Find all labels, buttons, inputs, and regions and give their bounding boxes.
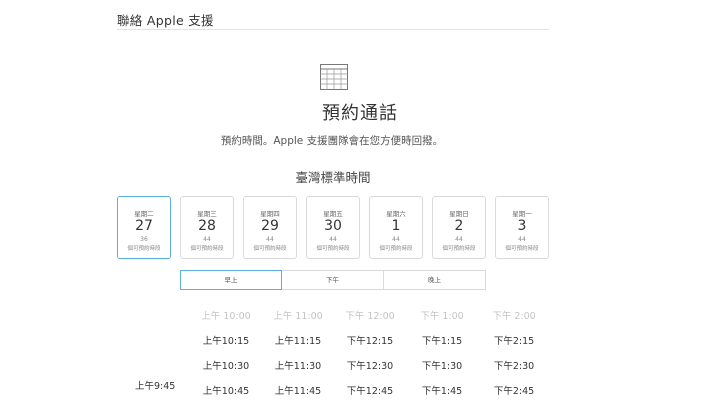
day-weekday: 星期三	[197, 210, 217, 218]
time-slot: 上午 11:00	[273, 311, 323, 322]
day-card[interactable]: 星期一 3 44 個可預約時段	[495, 196, 549, 259]
time-slot: 下午 12:00	[345, 311, 395, 322]
day-date: 1	[391, 218, 401, 234]
page-header: 聯絡 Apple 支援	[117, 0, 549, 30]
time-slot[interactable]: 上午11:45	[275, 383, 321, 397]
day-date: 28	[198, 218, 216, 234]
tab-evening[interactable]: 晚上	[383, 270, 486, 290]
day-weekday: 星期二	[134, 210, 154, 218]
time-slot: 下午 1:00	[420, 311, 464, 322]
day-card[interactable]: 星期二 27 36 個可預約時段	[117, 196, 171, 259]
page-subtitle: 預約時間。Apple 支援團隊會在您方便時回撥。	[220, 135, 444, 147]
period-tabs: 早上 下午 晚上	[180, 270, 486, 290]
time-slot[interactable]: 下午1:30	[422, 358, 462, 372]
day-slot-label: 個可預約時段	[505, 246, 539, 252]
day-slot-label: 個可預約時段	[127, 246, 161, 252]
day-card[interactable]: 星期日 2 44 個可預約時段	[432, 196, 486, 259]
time-slot[interactable]: 下午2:15	[494, 333, 534, 347]
day-card[interactable]: 星期三 28 44 個可預約時段	[180, 196, 234, 259]
timezone-label: 臺灣標準時間	[295, 170, 371, 185]
day-weekday: 星期六	[386, 210, 406, 218]
time-slot[interactable]: 下午2:30	[494, 358, 534, 372]
time-slot[interactable]: 上午10:45	[203, 383, 249, 397]
day-slot-count: 44	[203, 236, 211, 243]
day-slot-count: 44	[518, 236, 526, 243]
day-slot-count: 36	[140, 236, 148, 243]
day-slot-count: 44	[329, 236, 337, 243]
time-slot[interactable]: 下午2:45	[494, 383, 534, 397]
day-weekday: 星期日	[449, 210, 469, 218]
time-slot[interactable]: 下午12:15	[347, 333, 393, 347]
time-slot[interactable]: 下午1:45	[422, 383, 462, 397]
tab-afternoon[interactable]: 下午	[281, 270, 384, 290]
day-slot-count: 44	[266, 236, 274, 243]
day-card[interactable]: 星期六 1 44 個可預約時段	[369, 196, 423, 259]
day-weekday: 星期五	[323, 210, 343, 218]
time-slot[interactable]: 下午12:45	[347, 383, 393, 397]
day-date: 29	[261, 218, 279, 234]
day-slot-label: 個可預約時段	[190, 246, 224, 252]
tab-morning[interactable]: 早上	[180, 270, 282, 290]
calendar-icon	[320, 64, 348, 90]
day-slot-label: 個可預約時段	[379, 246, 413, 252]
day-date: 2	[454, 218, 464, 234]
day-date: 3	[517, 218, 527, 234]
day-slot-label: 個可預約時段	[253, 246, 287, 252]
day-slot-count: 44	[455, 236, 463, 243]
header-title: 聯絡 Apple 支援	[117, 13, 214, 28]
day-slot-label: 個可預約時段	[316, 246, 350, 252]
day-weekday: 星期四	[260, 210, 280, 218]
time-slot[interactable]: 上午11:15	[275, 333, 321, 347]
time-slot[interactable]: 下午1:15	[422, 333, 462, 347]
time-slot: 下午 2:00	[492, 311, 536, 322]
time-slot[interactable]: 上午11:30	[275, 358, 321, 372]
time-slot[interactable]: 上午10:15	[203, 333, 249, 347]
page-title: 預約通話	[322, 103, 398, 124]
day-slot-count: 44	[392, 236, 400, 243]
date-picker: 星期二 27 36 個可預約時段 星期三 28 44 個可預約時段 星期四 29…	[117, 196, 550, 261]
time-slot[interactable]: 上午9:45	[135, 378, 175, 392]
time-slot[interactable]: 下午12:30	[347, 358, 393, 372]
day-slot-label: 個可預約時段	[442, 246, 476, 252]
day-date: 30	[324, 218, 342, 234]
day-weekday: 星期一	[512, 210, 532, 218]
time-slot[interactable]: 上午10:30	[203, 358, 249, 372]
time-slot: 上午 10:00	[201, 311, 251, 322]
day-date: 27	[135, 218, 153, 234]
day-card[interactable]: 星期四 29 44 個可預約時段	[243, 196, 297, 259]
day-card[interactable]: 星期五 30 44 個可預約時段	[306, 196, 360, 259]
